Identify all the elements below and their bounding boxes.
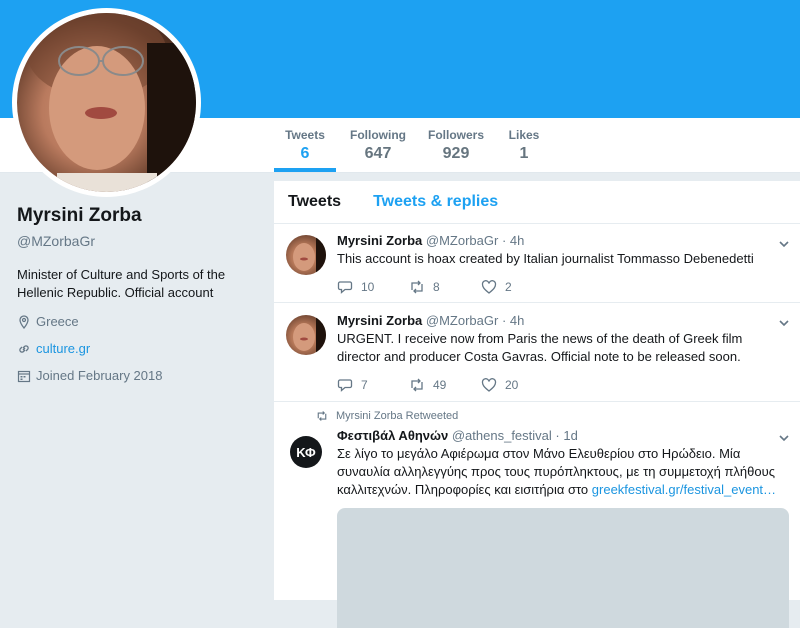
tab-tweets[interactable]: Tweets — [288, 193, 341, 211]
profile-location: Greece — [17, 314, 257, 329]
like-button[interactable]: 20 — [481, 377, 553, 393]
tweet-item[interactable]: Myrsini Zorba @MZorbaGr · 4h URGENT. I r… — [274, 303, 800, 402]
tweet-item[interactable]: Myrsini Zorba Retweeted ΚΦ Φεστιβάλ Αθην… — [274, 402, 800, 628]
tweet-avatar[interactable]: ΚΦ — [290, 436, 322, 468]
nav-tweets-count: 6 — [300, 145, 310, 162]
tweet-item[interactable]: Myrsini Zorba @MZorbaGr · 4h This accoun… — [274, 224, 800, 303]
nav-tweets[interactable]: Tweets 6 — [274, 128, 336, 172]
profile-joined-text: Joined February 2018 — [36, 368, 163, 383]
tweet-dot: · — [501, 233, 507, 248]
profile-card: Myrsini Zorba @MZorbaGr Minister of Cult… — [17, 205, 257, 383]
nav-following-label: Following — [350, 128, 406, 142]
profile-handle[interactable]: @MZorbaGr — [17, 233, 257, 249]
profile-name[interactable]: Myrsini Zorba — [17, 205, 257, 227]
profile-avatar — [17, 13, 196, 192]
like-count: 2 — [505, 280, 512, 294]
reply-button[interactable]: 10 — [337, 279, 409, 295]
reply-icon — [337, 281, 353, 294]
tweet-time[interactable]: 1d — [563, 428, 577, 443]
nav-followers-count: 929 — [442, 145, 470, 162]
chevron-down-icon[interactable] — [778, 317, 790, 329]
tweet-header: Φεστιβάλ Αθηνών @athens_festival · 1d — [337, 428, 787, 443]
nav-followers[interactable]: Followers 929 — [426, 128, 486, 163]
location-pin-icon — [19, 314, 29, 329]
retweet-button[interactable]: 49 — [409, 377, 481, 393]
heart-icon — [481, 280, 497, 294]
tweet-text: URGENT. I receive now from Paris the new… — [337, 331, 743, 364]
retweet-context-text: Myrsini Zorba Retweeted — [336, 410, 459, 422]
tweet-text: Σε λίγο το μεγάλο Αφιέρωμα στον Μάνο Ελε… — [337, 445, 787, 499]
nav-likes-label: Likes — [508, 128, 540, 142]
tweet-time[interactable]: 4h — [510, 313, 524, 328]
reply-count: 7 — [361, 378, 368, 392]
reply-button[interactable]: 7 — [337, 377, 409, 393]
like-button[interactable]: 2 — [481, 279, 553, 295]
chevron-down-icon[interactable] — [778, 432, 790, 444]
tweet-author-handle[interactable]: @MZorbaGr — [426, 313, 498, 328]
nav-likes[interactable]: Likes 1 — [504, 128, 544, 163]
retweet-icon — [411, 280, 423, 294]
tweet-body: Φεστιβάλ Αθηνών @athens_festival · 1d Σε… — [337, 428, 787, 499]
tweet-text: This account is hoax created by Italian … — [337, 251, 754, 266]
profile-joined: Joined February 2018 — [17, 368, 257, 383]
profile-bio: Minister of Culture and Sports of the He… — [17, 267, 226, 300]
link-icon — [19, 344, 29, 353]
tweet-avatar[interactable] — [286, 315, 326, 355]
retweet-icon — [317, 411, 327, 421]
tweet-media-card[interactable] — [337, 508, 789, 628]
tweet-link[interactable]: greekfestival.gr/festival_event… — [592, 482, 776, 497]
tweet-body: Myrsini Zorba @MZorbaGr · 4h This accoun… — [337, 233, 787, 268]
retweet-icon — [411, 378, 423, 392]
like-count: 20 — [505, 378, 519, 392]
nav-following[interactable]: Following 647 — [348, 128, 408, 163]
nav-likes-count: 1 — [519, 145, 529, 162]
tweet-author-name[interactable]: Φεστιβάλ Αθηνών — [337, 428, 448, 443]
tweet-actions: 10 8 2 — [337, 279, 553, 295]
profile-website-link[interactable]: culture.gr — [36, 341, 90, 356]
chevron-down-icon[interactable] — [778, 238, 790, 250]
tweet-time[interactable]: 4h — [510, 233, 524, 248]
tweet-author-name[interactable]: Myrsini Zorba — [337, 313, 422, 328]
tweet-author-name[interactable]: Myrsini Zorba — [337, 233, 422, 248]
timeline: Tweets Tweets & replies Myrsini Zorba @M… — [274, 181, 800, 628]
tweet-body: Myrsini Zorba @MZorbaGr · 4h URGENT. I r… — [337, 313, 787, 366]
nav-followers-label: Followers — [427, 128, 484, 142]
tweet-header: Myrsini Zorba @MZorbaGr · 4h — [337, 233, 787, 248]
heart-icon — [481, 378, 497, 392]
retweet-count: 8 — [433, 280, 440, 294]
tweet-dot: · — [555, 428, 560, 443]
tweet-actions: 7 49 20 — [337, 377, 553, 393]
tweet-author-handle[interactable]: @athens_festival — [452, 428, 552, 443]
retweet-count: 49 — [433, 378, 447, 392]
profile-avatar-frame[interactable] — [12, 8, 201, 197]
profile-website: culture.gr — [17, 341, 257, 356]
nav-following-count: 647 — [364, 145, 392, 162]
tab-tweets-replies[interactable]: Tweets & replies — [373, 193, 498, 211]
retweet-button[interactable]: 8 — [409, 279, 481, 295]
timeline-tabs: Tweets Tweets & replies — [274, 181, 800, 224]
tweet-author-handle[interactable]: @MZorbaGr — [426, 233, 498, 248]
reply-icon — [337, 379, 353, 392]
profile-location-text: Greece — [36, 314, 79, 329]
retweet-context: Myrsini Zorba Retweeted — [316, 410, 458, 422]
tweet-header: Myrsini Zorba @MZorbaGr · 4h — [337, 313, 787, 328]
nav-tweets-label: Tweets — [285, 128, 325, 142]
tweet-dot: · — [501, 313, 507, 328]
tweet-avatar[interactable] — [286, 235, 326, 275]
calendar-icon — [17, 370, 31, 382]
reply-count: 10 — [361, 280, 375, 294]
